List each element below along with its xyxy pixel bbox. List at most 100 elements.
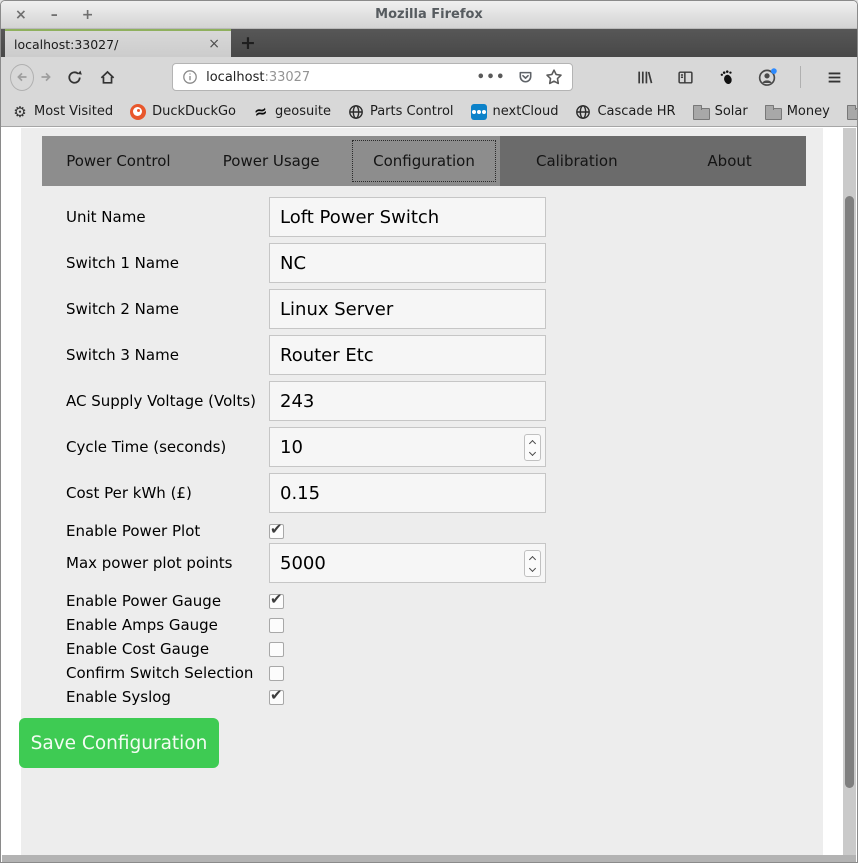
folder-icon: [693, 104, 709, 120]
enable-power-gauge-checkbox[interactable]: [269, 594, 284, 609]
unit-name-input[interactable]: Loft Power Switch: [269, 197, 546, 237]
field-label: Enable Amps Gauge: [66, 616, 269, 634]
field-value: 10: [280, 437, 303, 458]
folder-icon: [765, 104, 781, 120]
tab-about[interactable]: About: [653, 136, 806, 186]
bookmark-label: Money: [787, 104, 830, 119]
enable-cost-gauge-checkbox[interactable]: [269, 642, 284, 657]
nextcloud-icon: [471, 104, 487, 120]
form-row: Cycle Time (seconds)10: [66, 427, 823, 467]
back-icon: [14, 69, 30, 85]
bookmark-star-icon[interactable]: [545, 68, 563, 86]
toolbar-separator: [800, 66, 801, 88]
site-info-icon[interactable]: [182, 69, 198, 85]
back-button[interactable]: [10, 64, 34, 91]
browser-tab-strip: localhost:33027/ × +: [1, 29, 857, 57]
spinner-down-icon[interactable]: [529, 564, 536, 571]
field-value: 0.15: [280, 483, 320, 504]
bookmark-item-cascade-hr[interactable]: Cascade HR: [575, 104, 675, 120]
field-value: Router Etc: [280, 345, 374, 366]
tab-calibration[interactable]: Calibration: [500, 136, 653, 186]
bookmark-item-parts-control[interactable]: Parts Control: [348, 104, 454, 120]
cost-per-kwh-input[interactable]: 0.15: [269, 473, 546, 513]
window-bottom-edge: [2, 855, 856, 862]
library-icon: [636, 69, 653, 86]
globe-icon: [575, 104, 591, 120]
bookmark-item-most-visited[interactable]: Most Visited: [12, 104, 113, 120]
tab-power-control[interactable]: Power Control: [42, 136, 195, 186]
bookmark-item-geosuite[interactable]: geosuite: [253, 104, 331, 120]
field-value: 5000: [280, 553, 326, 574]
window-title: Mozilla Firefox: [1, 7, 857, 22]
cycle-time-seconds-spinner[interactable]: [524, 434, 541, 461]
bookmark-label: Most Visited: [34, 104, 113, 119]
bookmark-label: nextCloud: [493, 104, 559, 119]
field-label: Max power plot points: [66, 554, 269, 572]
enable-syslog-checkbox[interactable]: [269, 690, 284, 705]
form-row: Switch 2 NameLinux Server: [66, 289, 823, 329]
form-row: Switch 3 Name Router Etc: [66, 335, 823, 375]
gnome-foot-icon: [718, 69, 735, 86]
account-icon: [758, 68, 777, 87]
account-button[interactable]: [753, 63, 781, 91]
tab-close-icon[interactable]: ×: [206, 36, 222, 52]
nav-toolbar: localhost:33027 •••: [1, 57, 857, 97]
bookmark-label: Parts Control: [370, 104, 454, 119]
reload-button[interactable]: [62, 63, 87, 91]
home-icon: [99, 69, 116, 86]
confirm-switch-selection-checkbox[interactable]: [269, 666, 284, 681]
enable-power-plot-checkbox[interactable]: [269, 524, 284, 539]
spinner-up-icon[interactable]: [529, 555, 536, 562]
reload-icon: [66, 69, 83, 86]
url-host: localhost: [206, 70, 264, 85]
form-row: Switch 1 NameNC: [66, 243, 823, 283]
field-label: Switch 2 Name: [66, 300, 269, 318]
spinner-up-icon[interactable]: [529, 439, 536, 446]
bookmark-label: geosuite: [275, 104, 331, 119]
forward-icon: [38, 69, 54, 85]
scrollbar-thumb[interactable]: [845, 196, 854, 788]
forward-button[interactable]: [34, 63, 59, 91]
home-button[interactable]: [95, 63, 120, 91]
title-bar: × – + Mozilla Firefox: [1, 1, 857, 29]
page-actions-button[interactable]: •••: [477, 70, 506, 85]
scrollbar-track[interactable]: [843, 128, 856, 855]
gnome-extension-button[interactable]: [712, 63, 740, 91]
save-configuration-button[interactable]: Save Configuration: [19, 718, 219, 768]
sidebar-icon: [677, 69, 694, 86]
bookmark-item-solar[interactable]: Solar: [693, 104, 748, 120]
url-port: :33027: [264, 70, 310, 85]
bookmark-item-nextcloud[interactable]: nextCloud: [471, 104, 559, 120]
bookmark-item-programming[interactable]: Programming: [847, 104, 858, 120]
menu-button[interactable]: [820, 63, 848, 91]
cycle-time-seconds-input[interactable]: 10: [269, 427, 546, 467]
browser-tab-title: localhost:33027/: [14, 37, 206, 52]
ac-supply-voltage-volts-input[interactable]: 243: [269, 381, 546, 421]
browser-tab[interactable]: localhost:33027/ ×: [5, 29, 231, 57]
spinner-down-icon[interactable]: [529, 448, 536, 455]
max-power-plot-points-spinner[interactable]: [524, 550, 541, 577]
pocket-icon[interactable]: [517, 69, 534, 86]
enable-amps-gauge-checkbox[interactable]: [269, 618, 284, 633]
max-power-plot-points-input[interactable]: 5000: [269, 543, 546, 583]
field-label: Switch 3 Name: [66, 346, 269, 364]
form-row: Max power plot points 5000: [66, 543, 823, 583]
new-tab-button[interactable]: +: [231, 29, 265, 57]
form-row: Unit NameLoft Power Switch: [66, 197, 823, 237]
form-row: Enable Power Plot: [66, 519, 823, 543]
form-row: Enable Amps Gauge: [66, 613, 823, 637]
bookmark-item-money[interactable]: Money: [765, 104, 830, 120]
field-label: Enable Power Plot: [66, 522, 269, 540]
library-button[interactable]: [630, 63, 658, 91]
switch-3-name-input[interactable]: Router Etc: [269, 335, 546, 375]
switch-2-name-input[interactable]: Linux Server: [269, 289, 546, 329]
gear-icon: [12, 104, 28, 120]
bookmark-label: Solar: [715, 104, 748, 119]
tab-configuration[interactable]: Configuration: [348, 136, 501, 186]
sidebar-button[interactable]: [671, 63, 699, 91]
switch-1-name-input[interactable]: NC: [269, 243, 546, 283]
bookmark-item-duckduckgo[interactable]: DuckDuckGo: [130, 104, 236, 120]
url-bar[interactable]: localhost:33027 •••: [172, 63, 573, 91]
field-value: Loft Power Switch: [280, 207, 439, 228]
tab-power-usage[interactable]: Power Usage: [195, 136, 348, 186]
